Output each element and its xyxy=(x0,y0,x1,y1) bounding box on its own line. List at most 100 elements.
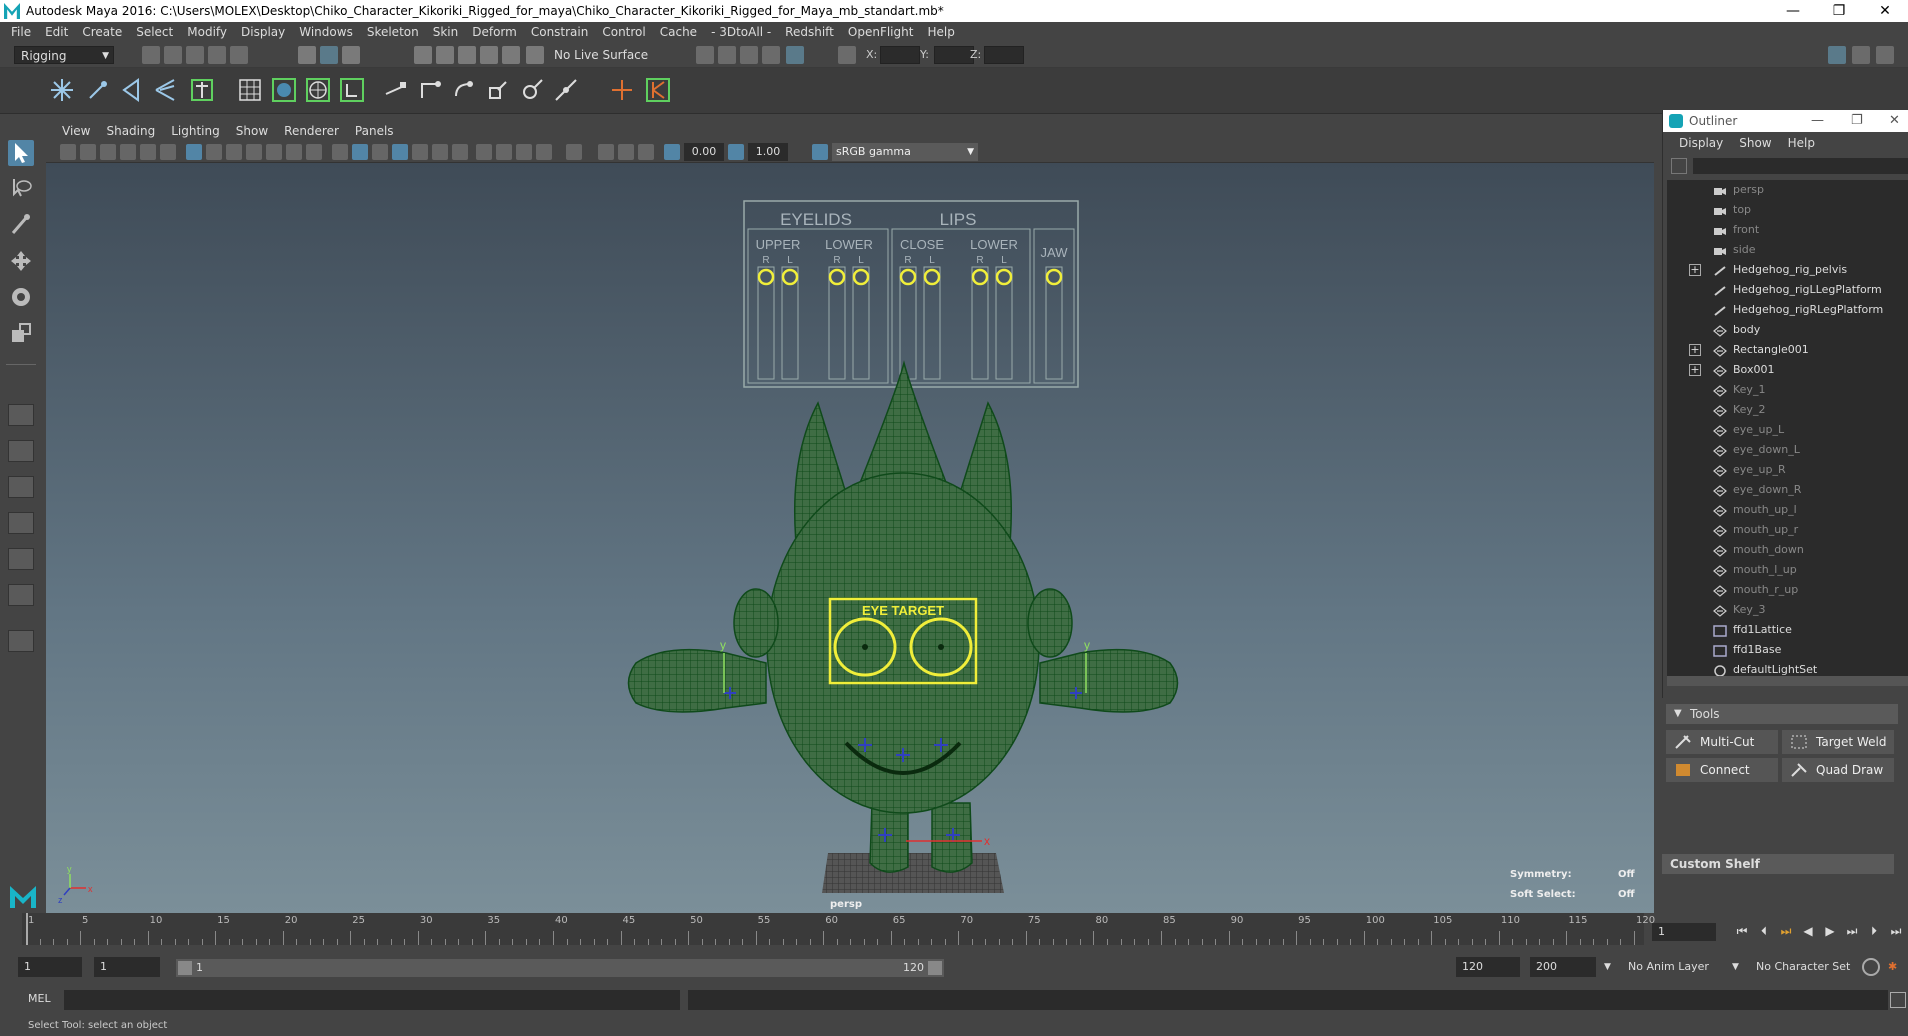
image-plane-icon[interactable] xyxy=(120,144,136,160)
expand-icon[interactable]: + xyxy=(1689,364,1701,376)
close-button[interactable]: ✕ xyxy=(1862,0,1908,22)
right-arm-mesh[interactable] xyxy=(1039,648,1179,713)
expand-icon[interactable]: + xyxy=(1689,264,1701,276)
3d-viewport[interactable]: EYELIDS LIPS UPPER LOWER CLOSE LOWER JAW… xyxy=(46,163,1654,913)
outliner-item[interactable]: + Box001 xyxy=(1667,360,1908,380)
lips-lower-r-control[interactable] xyxy=(971,268,989,286)
render-frame-icon[interactable] xyxy=(718,46,736,64)
outliner-item[interactable]: Key_1 xyxy=(1667,380,1908,400)
outliner-item[interactable]: body xyxy=(1667,320,1908,340)
make-live-icon[interactable] xyxy=(526,46,544,64)
channel-box-icon[interactable] xyxy=(1852,46,1870,64)
outliner-item[interactable]: eye_up_L xyxy=(1667,420,1908,440)
paint-select-tool[interactable] xyxy=(8,212,34,238)
parent-constraint-icon[interactable] xyxy=(382,76,410,104)
outliner-menu-display[interactable]: Display xyxy=(1671,136,1731,150)
film-gate-icon[interactable] xyxy=(206,144,222,160)
aim-constraint-icon[interactable] xyxy=(518,76,546,104)
script-editor-icon[interactable] xyxy=(1890,992,1906,1008)
go-to-end-icon[interactable]: ⏭ xyxy=(1888,923,1904,939)
time-slider-track[interactable]: 1 5 10 15 20 25 30 35 40 45 50 55 60 65 70 75 80 85 90 95 10… xyxy=(22,913,1655,945)
filter-icon[interactable] xyxy=(1671,158,1687,174)
lips-lower-l-control[interactable] xyxy=(995,268,1013,286)
right-ear-mesh[interactable] xyxy=(1027,588,1073,658)
maya-home-icon[interactable] xyxy=(8,880,36,908)
select-camera-icon[interactable] xyxy=(60,144,76,160)
outliner-item[interactable]: persp xyxy=(1667,180,1908,200)
preferences-icon[interactable]: ✱ xyxy=(1888,957,1897,977)
scene-canvas[interactable]: EYELIDS LIPS UPPER LOWER CLOSE LOWER JAW… xyxy=(46,163,1654,913)
panel-menu-view[interactable]: View xyxy=(54,124,98,138)
menu-select[interactable]: Select xyxy=(129,25,180,39)
character-set-dropdown-icon[interactable]: ▼ xyxy=(1732,957,1739,977)
screen-space-ao-icon[interactable] xyxy=(496,144,512,160)
outliner-item[interactable]: Key_3 xyxy=(1667,600,1908,620)
anim-layer-selector[interactable]: No Anim Layer xyxy=(1628,957,1709,977)
jaw-control[interactable] xyxy=(1045,268,1063,286)
custom-shelf-header[interactable]: Custom Shelf xyxy=(1662,854,1894,874)
create-joint-icon[interactable] xyxy=(48,76,76,104)
tools-section-header[interactable]: ▼ Tools xyxy=(1666,704,1898,724)
outliner-item[interactable]: eye_down_L xyxy=(1667,440,1908,460)
outliner-item[interactable]: mouth_up_r xyxy=(1667,520,1908,540)
outliner-item[interactable]: mouth_l_up xyxy=(1667,560,1908,580)
motion-blur-icon[interactable] xyxy=(516,144,532,160)
outliner-menu-show[interactable]: Show xyxy=(1731,136,1779,150)
xray-active-icon[interactable] xyxy=(618,144,634,160)
snap-point-icon[interactable] xyxy=(458,46,476,64)
outliner-item[interactable]: eye_up_R xyxy=(1667,460,1908,480)
menu-edit[interactable]: Edit xyxy=(38,25,75,39)
minimize-button[interactable]: — xyxy=(1770,0,1816,22)
upper-r-control[interactable] xyxy=(757,268,775,286)
textured-icon[interactable] xyxy=(432,144,448,160)
menu-cache[interactable]: Cache xyxy=(653,25,704,39)
lattice-icon[interactable] xyxy=(236,76,264,104)
lower-r-control[interactable] xyxy=(828,268,846,286)
default-material-icon[interactable] xyxy=(372,144,388,160)
outliner-item[interactable]: defaultLightSet xyxy=(1667,660,1908,676)
cluster-icon[interactable] xyxy=(338,76,366,104)
use-all-lights-icon[interactable] xyxy=(452,144,468,160)
outliner-item[interactable]: eye_down_R xyxy=(1667,480,1908,500)
y-field[interactable] xyxy=(934,46,974,64)
menu-control[interactable]: Control xyxy=(595,25,652,39)
save-scene-icon[interactable] xyxy=(186,46,204,64)
menu-redshift[interactable]: Redshift xyxy=(778,25,841,39)
single-view-layout-button[interactable] xyxy=(8,404,34,426)
close-l-control[interactable] xyxy=(923,268,941,286)
locator-icon[interactable] xyxy=(608,76,636,104)
step-forward-key-icon[interactable]: ⏭ xyxy=(1844,923,1860,939)
xray-joints-icon[interactable] xyxy=(598,144,614,160)
isolate-select-icon[interactable] xyxy=(566,144,582,160)
animation-start-field[interactable]: 1 xyxy=(18,957,82,977)
transform-input-icon[interactable] xyxy=(838,46,856,64)
ipr-render-icon[interactable] xyxy=(740,46,758,64)
z-field[interactable] xyxy=(984,46,1024,64)
collapse-toolbox-button[interactable] xyxy=(8,630,34,652)
menu-create[interactable]: Create xyxy=(75,25,129,39)
menu-skin[interactable]: Skin xyxy=(426,25,466,39)
outliner-item[interactable]: front xyxy=(1667,220,1908,240)
outliner-close-button[interactable]: ✕ xyxy=(1889,110,1900,132)
panel-menu-shading[interactable]: Shading xyxy=(98,124,163,138)
current-frame-field[interactable]: 1 xyxy=(1652,923,1716,941)
hypershade-icon[interactable] xyxy=(786,46,804,64)
bind-skin-icon[interactable] xyxy=(188,76,216,104)
modeling-toolkit-icon[interactable] xyxy=(1828,46,1846,64)
range-end-handle[interactable] xyxy=(928,961,942,975)
outliner-item[interactable]: + Rectangle001 xyxy=(1667,340,1908,360)
play-backwards-icon[interactable]: ◀ xyxy=(1800,923,1816,939)
panel-menu-renderer[interactable]: Renderer xyxy=(276,124,347,138)
camera-attributes-icon[interactable] xyxy=(80,144,96,160)
set-driven-key-icon[interactable] xyxy=(644,76,672,104)
2d-pan-zoom-icon[interactable] xyxy=(140,144,156,160)
step-back-frame-icon[interactable]: ⏴ xyxy=(1756,923,1772,939)
range-start-handle[interactable] xyxy=(178,961,192,975)
outliner-item[interactable]: mouth_up_l xyxy=(1667,500,1908,520)
menu-modify[interactable]: Modify xyxy=(180,25,234,39)
new-scene-icon[interactable] xyxy=(142,46,160,64)
menu-constrain[interactable]: Constrain xyxy=(524,25,596,39)
lasso-tool[interactable] xyxy=(8,176,34,202)
wireframe-on-shaded-icon[interactable] xyxy=(392,144,408,160)
mel-command-input[interactable] xyxy=(64,990,680,1010)
